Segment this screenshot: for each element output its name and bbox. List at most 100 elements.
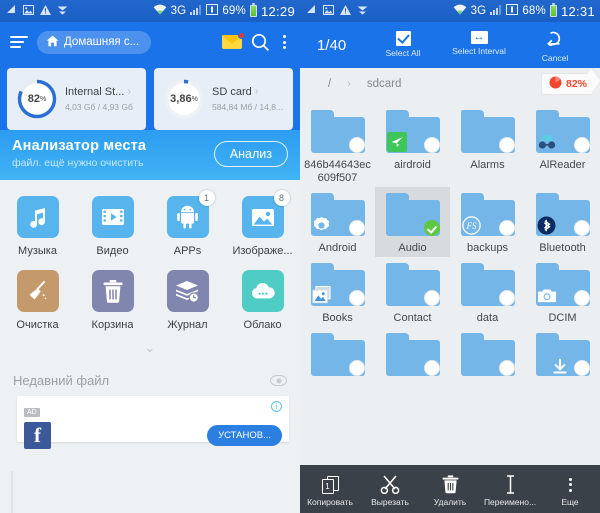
file-item-row4-2[interactable] — [375, 327, 450, 384]
file-name: data — [476, 312, 499, 324]
breadcrumb-root[interactable]: / — [328, 78, 331, 90]
file-item-846b44643ec609f507[interactable]: 846b44643ec609f507 — [300, 104, 375, 187]
breadcrumb-current[interactable]: sdcard — [367, 78, 402, 90]
item-checkbox[interactable] — [573, 360, 590, 376]
app-tile-images[interactable]: 8 Изображе... — [225, 190, 300, 265]
info-icon[interactable]: i — [271, 401, 282, 412]
app-tile-apps[interactable]: 1 APPs — [150, 190, 225, 265]
install-button[interactable]: УСТАНОВ... — [207, 425, 282, 446]
item-checkbox[interactable] — [348, 360, 365, 376]
storage-card-internal[interactable]: 82% Internal St... › 4,03 Gб / 4,93 Gб — [7, 68, 146, 130]
picture-icon: 8 — [241, 190, 290, 238]
file-item-download[interactable] — [525, 327, 600, 384]
delete-button[interactable]: Удалить — [420, 471, 480, 507]
internal-storage-detail: 4,03 Gб / 4,93 Gб — [65, 102, 133, 112]
select-interval-button[interactable]: Select Interval — [442, 28, 516, 63]
item-checkbox[interactable] — [348, 290, 365, 306]
download-icon — [550, 357, 570, 377]
file-item-contact[interactable]: Contact — [375, 257, 450, 327]
chevron-down-icon[interactable]: ⌄ — [0, 339, 300, 362]
storage-card-sdcard[interactable]: 3,86% SD card › 584,84 Mб / 14,8... — [154, 68, 293, 130]
item-checkbox[interactable] — [348, 137, 365, 153]
item-checkbox[interactable] — [423, 137, 440, 153]
app-tile-cleanup[interactable]: Очистка — [0, 265, 75, 339]
app-grid-row-2: Очистка Корзина Журнал Облако — [0, 265, 300, 339]
file-item-row4-3[interactable] — [450, 327, 525, 384]
item-checkbox[interactable] — [498, 360, 515, 376]
app-tile-log[interactable]: Журнал — [150, 265, 225, 339]
copy-button[interactable]: 1 Копировать — [300, 471, 360, 507]
android-icon: 1 — [166, 190, 215, 238]
trash-icon — [442, 475, 459, 494]
item-checkbox[interactable] — [573, 290, 590, 306]
camera-icon — [537, 285, 557, 305]
item-checkbox[interactable] — [573, 220, 590, 236]
app-badge: 8 — [273, 190, 290, 206]
gear-icon — [312, 215, 332, 235]
wifi-icon — [453, 4, 467, 18]
app-label: Музыка — [18, 245, 57, 257]
cancel-label: Cancel — [541, 52, 569, 63]
cancel-button[interactable]: Cancel — [518, 28, 592, 63]
battery-percent-label: 69% — [222, 5, 246, 17]
folder-icon — [310, 110, 365, 153]
cut-label: Вырезать — [371, 497, 409, 507]
app-tile-recyclebin[interactable]: Корзина — [75, 265, 150, 339]
app-tile-video[interactable]: Видео — [75, 191, 150, 265]
storage-usage-badge[interactable]: 82% — [540, 73, 592, 95]
battery-percent-label: 68% — [522, 5, 546, 17]
item-checkbox[interactable] — [498, 137, 515, 153]
eye-icon[interactable] — [270, 375, 287, 386]
battery-icon — [549, 3, 557, 17]
analyze-button[interactable]: Анализ — [213, 140, 288, 167]
menu-icon[interactable] — [10, 36, 28, 48]
wifi-icon — [153, 4, 167, 18]
image-icon — [311, 285, 332, 305]
file-item-row4-1[interactable] — [300, 327, 375, 384]
app-label: Изображе... — [232, 245, 293, 257]
folder-icon: FS — [460, 193, 515, 236]
item-checkbox[interactable] — [423, 360, 440, 376]
item-checkbox[interactable] — [423, 220, 440, 236]
glasses-icon — [537, 132, 557, 152]
sim-icon — [506, 4, 519, 18]
search-icon[interactable] — [251, 33, 270, 52]
app-tile-music[interactable]: Музыка — [0, 191, 75, 265]
file-grid: 846b44643ec609f507 airdroid Alarms AlRea… — [300, 100, 600, 384]
mail-badge — [238, 32, 245, 39]
clock-label: 12:29 — [260, 3, 295, 19]
select-all-button[interactable]: Select All — [366, 28, 440, 63]
file-item-alarms[interactable]: Alarms — [450, 104, 525, 187]
home-path-button[interactable]: Домашняя с... — [37, 30, 152, 54]
more-label: Еще — [561, 497, 579, 507]
item-checkbox[interactable] — [573, 137, 590, 153]
file-item-backups[interactable]: FS backups — [450, 187, 525, 257]
ad-banner[interactable]: AD i f УСТАНОВ... — [17, 396, 289, 449]
more-button[interactable]: Еще — [540, 471, 600, 507]
item-checkbox[interactable] — [498, 220, 515, 236]
warning-icon — [340, 4, 351, 18]
file-item-data[interactable]: data — [450, 257, 525, 327]
file-item-bluetooth[interactable]: Bluetooth — [525, 187, 600, 257]
network-type-label: 3G — [470, 5, 487, 17]
more-vertical-icon[interactable] — [279, 33, 290, 51]
item-checkbox[interactable] — [498, 290, 515, 306]
file-name: Bluetooth — [539, 242, 586, 254]
file-item-airdroid[interactable]: airdroid — [375, 104, 450, 187]
app-badge: 1 — [198, 190, 215, 206]
sdcard-storage-name: SD card — [212, 86, 252, 98]
selection-count: 1/40 — [317, 36, 347, 54]
file-item-books[interactable]: Books — [300, 257, 375, 327]
cut-button[interactable]: Вырезать — [360, 471, 420, 507]
sdcard-usage-unit: % — [191, 95, 198, 103]
file-item-android[interactable]: Android — [300, 187, 375, 257]
file-item-audio[interactable]: Audio — [375, 187, 450, 257]
mail-icon[interactable] — [222, 32, 245, 49]
file-item-alreader[interactable]: AlReader — [525, 104, 600, 187]
app-tile-cloud[interactable]: Облако — [225, 265, 300, 339]
chevron-right-icon: › — [254, 86, 259, 98]
item-checkbox[interactable] — [348, 220, 365, 236]
file-item-dcim[interactable]: DCIM — [525, 257, 600, 327]
item-checkbox[interactable] — [423, 290, 440, 306]
rename-button[interactable]: Переимено... — [480, 471, 540, 507]
